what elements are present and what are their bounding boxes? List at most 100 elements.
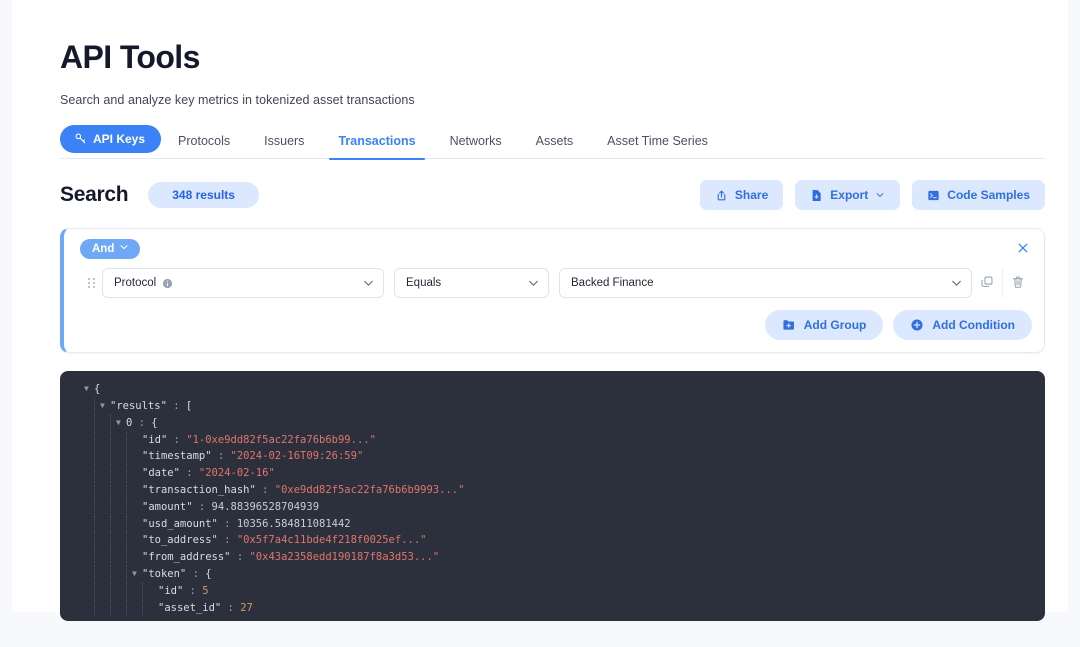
- indent-guide: [110, 565, 111, 583]
- indent-guide: [94, 465, 95, 482]
- tab-api-keys[interactable]: API Keys: [60, 124, 162, 153]
- tab-assets[interactable]: Assets: [519, 124, 591, 159]
- chevron-down-icon: [119, 242, 129, 255]
- json-indent-spacer: ▼: [132, 432, 142, 449]
- drag-handle-icon[interactable]: [80, 278, 102, 289]
- condition-value-select[interactable]: Backed Finance: [559, 268, 972, 299]
- json-line: ▼"asset_id" : 27: [84, 599, 1045, 617]
- json-indent-spacer: ▼: [148, 583, 158, 600]
- tab-issuers[interactable]: Issuers: [247, 124, 321, 159]
- duplicate-condition-button[interactable]: [972, 268, 1002, 298]
- tab-asset-time-series[interactable]: Asset Time Series: [590, 124, 725, 159]
- share-upload-icon: [715, 189, 728, 202]
- indent-guide: [94, 532, 95, 550]
- tab-transactions-label: Transactions: [338, 134, 416, 149]
- condition-value-text: Backed Finance: [571, 277, 654, 290]
- indent-guide: [126, 448, 127, 466]
- add-condition-label: Add Condition: [932, 318, 1015, 333]
- indent-guide: [142, 599, 143, 617]
- collapse-triangle-icon[interactable]: ▼: [100, 398, 110, 415]
- add-group-button[interactable]: Add Group: [764, 310, 884, 341]
- export-button-label: Export: [830, 188, 869, 203]
- tab-transactions[interactable]: Transactions: [321, 124, 432, 160]
- search-heading: Search: [60, 183, 129, 207]
- query-builder-group: And Protocol Equals Backed Finance Add G…: [60, 228, 1045, 354]
- indent-guide: [94, 414, 95, 432]
- indent-guide: [94, 431, 95, 449]
- json-line: ▼"amount" : 94.88396528704939: [84, 498, 1045, 516]
- results-count-badge: 348 results: [148, 182, 259, 209]
- indent-guide: [126, 481, 127, 499]
- query-group-header: And: [80, 239, 1032, 260]
- json-indent-spacer: ▼: [132, 549, 142, 566]
- indent-guide: [94, 448, 95, 466]
- json-line: ▼"id" : 5: [84, 582, 1045, 600]
- file-download-icon: [810, 189, 823, 202]
- indent-guide: [110, 498, 111, 516]
- json-indent-spacer: ▼: [132, 465, 142, 482]
- tab-networks[interactable]: Networks: [433, 124, 519, 159]
- tab-issuers-label: Issuers: [264, 134, 305, 149]
- tab-protocols[interactable]: Protocols: [161, 124, 247, 159]
- search-header-row: Search 348 results Share Export Code Sam…: [60, 179, 1045, 211]
- indent-guide: [110, 515, 111, 533]
- condition-field-value: Protocol: [114, 277, 157, 290]
- trash-icon: [1011, 275, 1025, 292]
- indent-guide: [126, 549, 127, 566]
- condition-operator-select[interactable]: Equals: [394, 268, 549, 299]
- indent-guide: [110, 582, 111, 600]
- indent-guide: [94, 565, 95, 583]
- indent-guide: [126, 532, 127, 550]
- json-response-viewer[interactable]: ▼{▼"results" : [▼0 : {▼"id" : "1-0xe9dd8…: [60, 371, 1045, 622]
- indent-guide: [94, 515, 95, 533]
- condition-field-select[interactable]: Protocol: [102, 268, 384, 299]
- json-line: ▼"to_address" : "0x5f7a4c11bde4f218f0025…: [84, 532, 1045, 550]
- info-icon[interactable]: [162, 278, 173, 289]
- collapse-triangle-icon[interactable]: ▼: [132, 566, 142, 583]
- chevron-down-icon: [950, 277, 963, 290]
- json-line: ▼"usd_amount" : 10356.584811081442: [84, 515, 1045, 533]
- condition-row-actions: [972, 268, 1032, 299]
- folder-plus-icon: [782, 318, 796, 332]
- indent-guide: [94, 582, 95, 600]
- json-indent-spacer: ▼: [132, 448, 142, 465]
- condition-row: Protocol Equals Backed Finance: [80, 268, 1032, 299]
- share-button-label: Share: [734, 188, 769, 203]
- key-icon: [74, 132, 87, 145]
- indent-guide: [126, 582, 127, 600]
- share-button[interactable]: Share: [699, 180, 784, 211]
- app-root: API Tools Search and analyze key metrics…: [0, 0, 1080, 647]
- close-group-button[interactable]: [1014, 239, 1032, 257]
- chevron-down-icon: [527, 277, 540, 290]
- add-condition-button[interactable]: Add Condition: [893, 310, 1032, 341]
- tab-asset-time-series-label: Asset Time Series: [607, 134, 708, 149]
- condition-operator-value: Equals: [406, 277, 442, 290]
- page-title: API Tools: [60, 39, 200, 75]
- content-surface: API Tools Search and analyze key metrics…: [12, 0, 1068, 622]
- indent-guide: [110, 431, 111, 449]
- code-samples-button[interactable]: Code Samples: [912, 180, 1045, 211]
- chevron-down-icon: [875, 190, 885, 200]
- indent-guide: [126, 498, 127, 516]
- json-line: ▼"transaction_hash" : "0xe9dd82f5ac22fa7…: [84, 481, 1045, 499]
- tab-networks-label: Networks: [449, 134, 502, 149]
- collapse-triangle-icon[interactable]: ▼: [84, 381, 94, 398]
- indent-guide: [126, 431, 127, 449]
- json-line: ▼"id" : "1-0xe9dd82f5ac22fa76b6b99...": [84, 431, 1045, 449]
- indent-guide: [110, 549, 111, 566]
- combinator-selector[interactable]: And: [80, 239, 141, 260]
- copy-icon: [980, 275, 994, 292]
- add-group-label: Add Group: [803, 318, 867, 333]
- export-button[interactable]: Export: [795, 180, 901, 211]
- collapse-triangle-icon[interactable]: ▼: [116, 415, 126, 432]
- json-line: ▼"from_address" : "0x43a2358edd190187f8a…: [84, 549, 1045, 566]
- search-actions: Share Export Code Samples: [699, 180, 1045, 211]
- combinator-label: And: [92, 242, 115, 255]
- indent-guide: [110, 481, 111, 499]
- json-line: ▼ "results" : [: [84, 397, 1045, 415]
- delete-condition-button[interactable]: [1002, 268, 1032, 299]
- json-indent-spacer: ▼: [132, 532, 142, 549]
- indent-guide: [142, 582, 143, 600]
- close-icon: [1016, 242, 1030, 259]
- indent-guide: [126, 565, 127, 583]
